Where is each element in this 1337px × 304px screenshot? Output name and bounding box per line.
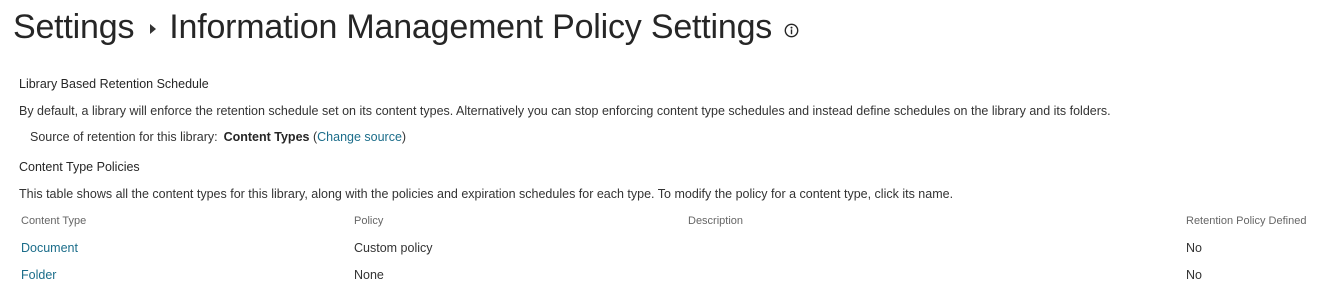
column-header-policy: Policy — [354, 215, 384, 227]
info-circle-icon[interactable] — [784, 23, 799, 38]
breadcrumb-separator-icon — [150, 24, 157, 34]
retention-source-label: Source of retention for this library: — [30, 130, 218, 144]
policies-description: This table shows all the content types f… — [19, 187, 954, 201]
policy-cell: Custom policy — [354, 241, 433, 255]
column-header-content-type: Content Type — [21, 215, 87, 227]
retention-defined-cell: No — [1186, 241, 1202, 255]
content-type-link-folder[interactable]: Folder — [21, 268, 56, 282]
content-type-link-document[interactable]: Document — [21, 241, 78, 255]
policy-cell: None — [354, 268, 384, 282]
breadcrumb-settings[interactable]: Settings — [13, 8, 134, 47]
retention-defined-cell: No — [1186, 268, 1202, 282]
breadcrumb-current: Information Management Policy Settings — [169, 7, 773, 46]
column-header-retention-policy-defined: Retention Policy Defined — [1186, 215, 1307, 227]
retention-source-value: Content Types — [223, 130, 310, 144]
change-source-link[interactable]: Change source — [317, 130, 402, 144]
column-header-description: Description — [688, 215, 744, 227]
page-title: Settings Information Management Policy S… — [13, 2, 799, 52]
retention-source-row: Source of retention for this library: Con… — [30, 130, 406, 144]
policies-heading: Content Type Policies — [19, 160, 140, 174]
close-paren: ) — [401, 130, 407, 144]
retention-description: By default, a library will enforce the r… — [19, 104, 1111, 118]
retention-heading: Library Based Retention Schedule — [19, 77, 209, 91]
